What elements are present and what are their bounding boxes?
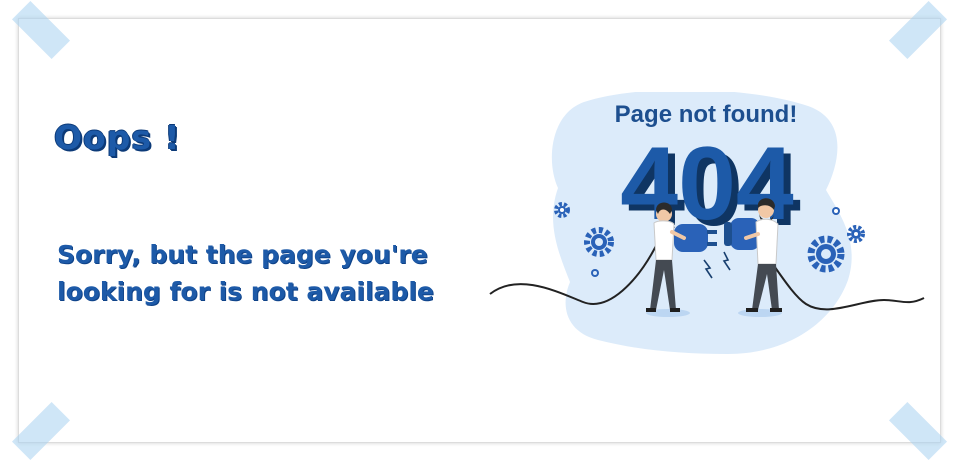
- gear-icon: [832, 207, 840, 215]
- page-not-found-caption: Page not found!: [615, 101, 798, 128]
- corner-tape: [12, 1, 70, 59]
- error-message: Sorry, but the page you're looking for i…: [57, 240, 434, 306]
- gear-icon: [847, 225, 865, 243]
- gear-icon: [591, 269, 599, 277]
- corner-tape: [12, 402, 70, 460]
- corner-tape: [889, 402, 947, 460]
- error-heading: Oops !: [54, 118, 181, 157]
- 404-illustration: Page not found! 404 404: [489, 92, 925, 354]
- corner-tape: [889, 1, 947, 59]
